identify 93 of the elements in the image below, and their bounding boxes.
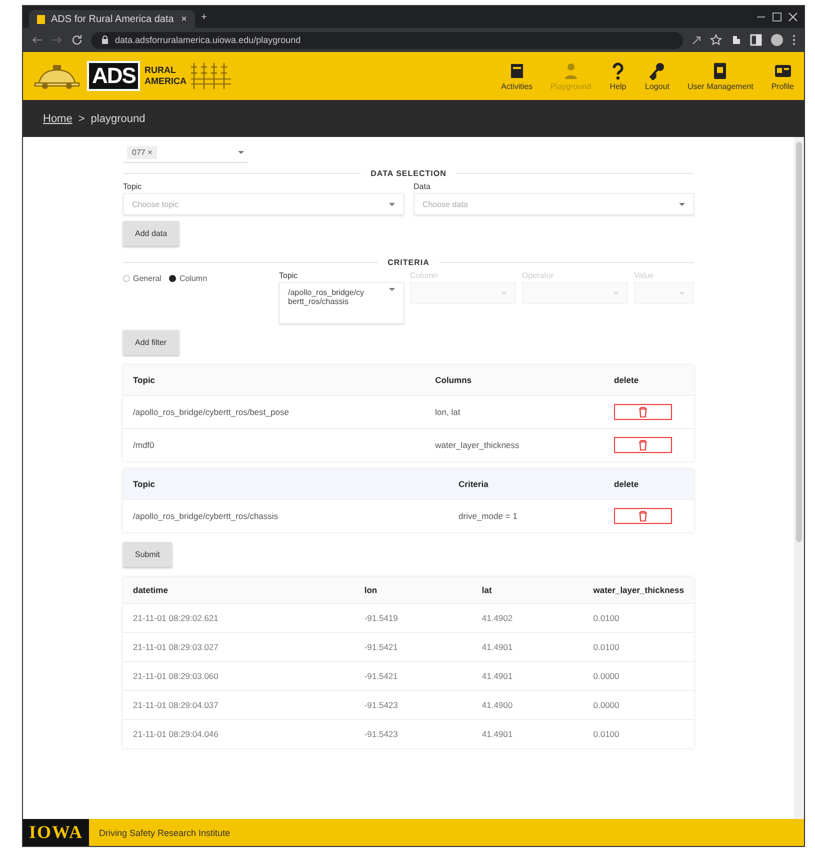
table-cell: 0.0000 xyxy=(583,662,694,690)
breadcrumb-link[interactable]: Home xyxy=(43,112,72,124)
logo-text: AMERICA xyxy=(144,76,186,87)
footer-logo: IOWA xyxy=(23,819,90,846)
logo-text: ADS xyxy=(87,61,140,91)
table-cell: 41.4902 xyxy=(472,604,584,632)
column-header: water_layer_thickness xyxy=(583,577,694,604)
delete-button[interactable] xyxy=(614,404,672,420)
nav-item[interactable]: Help xyxy=(609,62,628,90)
column-header: Topic xyxy=(123,365,426,396)
table-cell: -91.5421 xyxy=(354,662,472,690)
vehicle-select[interactable]: 077 × xyxy=(123,143,248,163)
star-icon[interactable] xyxy=(710,34,722,46)
table-cell: 0.0100 xyxy=(583,720,694,748)
logo-text: RURAL xyxy=(144,65,177,76)
chip: 077 × xyxy=(127,146,158,159)
favicon-icon xyxy=(37,14,45,24)
nav-item[interactable]: Logout xyxy=(645,62,670,90)
trash-icon xyxy=(637,406,649,418)
address-bar[interactable]: data.adsforruralamerica.uiowa.edu/playground xyxy=(91,32,683,48)
url-text: data.adsforruralamerica.uiowa.edu/playground xyxy=(115,35,301,45)
avatar-icon[interactable] xyxy=(770,33,784,47)
close-icon[interactable] xyxy=(788,12,798,22)
section-heading: CRITERIA xyxy=(123,258,694,267)
table-cell: 41.4900 xyxy=(472,690,584,720)
new-tab-button[interactable]: + xyxy=(201,12,207,22)
table-cell: 41.4901 xyxy=(472,662,584,690)
caret-icon xyxy=(237,150,245,155)
submit-button[interactable]: Submit xyxy=(123,542,172,567)
table-cell: 0.0100 xyxy=(583,604,694,632)
nav-item[interactable]: Activities xyxy=(500,62,533,90)
add-filter-button[interactable]: Add filter xyxy=(123,330,179,355)
trash-icon xyxy=(637,439,649,451)
column-header: Topic xyxy=(123,469,449,500)
table-cell: -91.5419 xyxy=(354,604,472,632)
column-header: datetime xyxy=(123,577,354,604)
table-cell: lon, lat xyxy=(425,396,604,428)
caret-icon xyxy=(679,202,685,206)
table-cell: 21-11-01 08:29:02.621 xyxy=(123,604,354,632)
column-header: delete xyxy=(604,469,694,500)
table-cell: 21-11-01 08:29:04.037 xyxy=(123,690,354,720)
field-label: Topic xyxy=(123,182,143,191)
column-header: lat xyxy=(472,577,584,604)
table-cell: 21-11-01 08:29:03.027 xyxy=(123,632,354,662)
menu-icon[interactable] xyxy=(792,34,796,46)
table-cell: 41.4901 xyxy=(472,632,584,662)
field-label: Data xyxy=(414,182,432,191)
column-header: delete xyxy=(604,365,694,396)
delete-button[interactable] xyxy=(614,508,672,524)
tab-title: ADS for Rural America data xyxy=(51,14,175,24)
breadcrumb-separator: > xyxy=(78,112,85,124)
sidebar-icon[interactable] xyxy=(750,34,762,46)
table-cell: -91.5423 xyxy=(354,690,472,720)
table-cell: 21-11-01 08:29:04.046 xyxy=(123,720,354,748)
footer-text: Driving Safety Research Institute xyxy=(99,828,230,838)
table-cell: water_layer_thickness xyxy=(425,428,604,461)
browser-tab[interactable]: ADS for Rural America data × xyxy=(29,10,195,28)
table-cell: 0.0000 xyxy=(583,690,694,720)
maximize-icon[interactable] xyxy=(772,12,782,22)
column-header: Columns xyxy=(425,365,604,396)
table-cell: drive_mode = 1 xyxy=(448,500,604,532)
tab-close-button[interactable]: × xyxy=(181,14,187,24)
fence-drawing xyxy=(190,61,232,91)
caret-icon xyxy=(389,288,395,291)
radio-option[interactable]: Column xyxy=(169,274,208,283)
column-header: Criteria xyxy=(448,469,604,500)
column-header: lon xyxy=(354,577,472,604)
table-cell: /mdf0 xyxy=(123,428,426,461)
nav-item[interactable]: User Management xyxy=(688,62,754,90)
key-icon xyxy=(648,62,666,80)
breadcrumb-current: playground xyxy=(90,112,146,124)
table-cell: -91.5421 xyxy=(354,632,472,662)
field-label: Topic xyxy=(279,271,299,280)
table-cell: -91.5423 xyxy=(354,720,472,748)
trash-icon xyxy=(637,510,649,522)
table-cell: /apollo_ros_bridge/cybertt_ros/chassis xyxy=(123,500,449,532)
delete-button[interactable] xyxy=(614,437,672,453)
nav-item[interactable]: Profile xyxy=(771,62,794,90)
section-heading: DATA SELECTION xyxy=(123,169,694,178)
select-field[interactable]: /apollo_ros_bridge/cybertt_ros/chassis xyxy=(279,282,404,324)
lock-icon xyxy=(101,35,109,45)
caret-icon xyxy=(388,202,394,206)
radio-option[interactable]: General xyxy=(123,274,162,283)
table-cell: 21-11-01 08:29:03.060 xyxy=(123,662,354,690)
table-cell: 41.4901 xyxy=(472,720,584,748)
reload-icon[interactable] xyxy=(71,34,83,46)
back-icon[interactable] xyxy=(31,34,43,46)
scrollbar-thumb[interactable] xyxy=(796,142,802,542)
share-icon[interactable] xyxy=(691,34,702,46)
table-cell: /apollo_ros_bridge/cybertt_ros/best_pose xyxy=(123,396,426,428)
add-data-button[interactable]: Add data xyxy=(123,221,180,246)
table-cell: 0.0100 xyxy=(583,632,694,662)
radio-button[interactable] xyxy=(169,275,176,282)
